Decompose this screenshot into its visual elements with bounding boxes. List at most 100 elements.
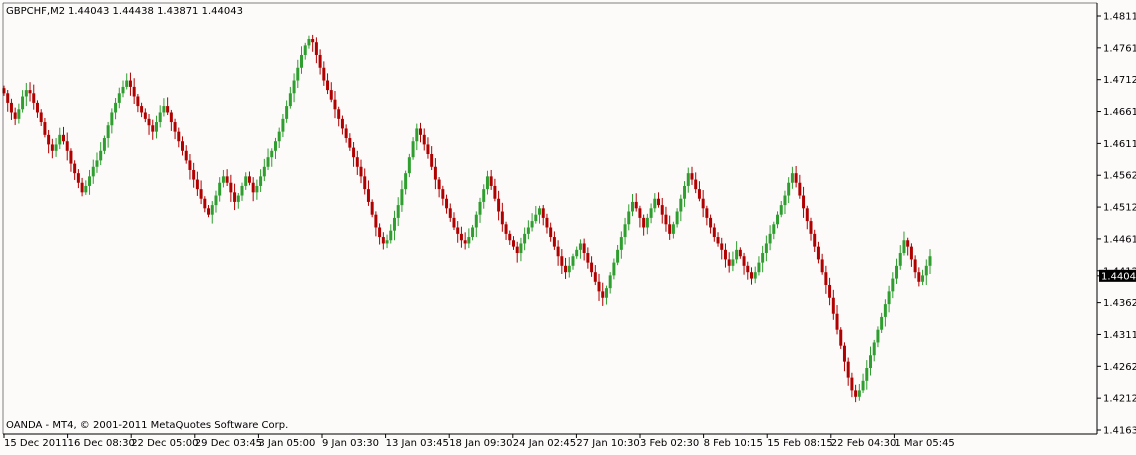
candle-body <box>143 112 147 119</box>
candle <box>552 231 556 250</box>
candle <box>396 197 400 227</box>
candle <box>530 213 534 232</box>
candle <box>445 194 449 214</box>
time-tick-label: 1 Mar 05:45 <box>894 438 954 449</box>
candle <box>474 211 478 238</box>
candle-body <box>326 80 330 91</box>
price-tick-label: 1.46115 <box>1103 139 1136 150</box>
candle <box>400 180 404 212</box>
candle-body <box>474 214 478 228</box>
candle <box>891 272 895 299</box>
candle-body <box>772 224 776 234</box>
candle-body <box>463 240 467 244</box>
candle <box>593 265 597 286</box>
candle <box>623 217 627 245</box>
candle-body <box>177 131 181 142</box>
candle <box>471 224 475 241</box>
candle-body <box>396 205 400 218</box>
candle-body <box>746 265 750 273</box>
candle <box>221 169 225 188</box>
candle-body <box>578 243 582 250</box>
candle <box>80 177 84 197</box>
candle-body <box>288 93 292 107</box>
candle-body <box>619 237 623 250</box>
price-tick-label: 1.45125 <box>1103 203 1136 214</box>
candle-body <box>125 80 129 87</box>
candle <box>151 119 155 140</box>
candle-body <box>850 377 854 391</box>
candle <box>511 236 515 250</box>
candle-body <box>802 195 806 209</box>
candle-body <box>184 150 188 161</box>
candle-body <box>277 131 281 142</box>
candle-body <box>355 157 359 167</box>
candle <box>839 327 843 349</box>
candle-body <box>738 249 742 257</box>
candle-body <box>329 90 333 100</box>
candle-body <box>683 185 687 199</box>
candle <box>95 152 99 173</box>
candle-body <box>675 211 679 225</box>
candle <box>288 86 292 109</box>
candle <box>671 221 675 239</box>
candle-body <box>344 128 348 139</box>
candle <box>564 257 568 279</box>
candle <box>140 102 144 118</box>
candle <box>128 72 132 96</box>
candle <box>857 384 861 401</box>
candle-body <box>627 211 631 225</box>
candle-body <box>586 253 590 263</box>
candle-body <box>924 265 928 276</box>
candle-body <box>478 201 482 215</box>
time-tick-label: 16 Dec 08:30 <box>68 438 135 449</box>
candle <box>485 170 489 195</box>
candle-body <box>173 122 177 132</box>
candle <box>277 127 281 148</box>
candle-body <box>712 227 716 238</box>
candle <box>456 221 460 243</box>
candle <box>560 249 564 274</box>
candle-body <box>415 128 419 142</box>
candle <box>913 255 917 279</box>
candle <box>415 123 419 151</box>
candle-body <box>601 291 605 298</box>
candle-body <box>671 224 675 234</box>
candle-body <box>645 217 649 228</box>
candle-body <box>448 208 452 218</box>
candle-body <box>266 157 270 167</box>
candle <box>924 259 928 285</box>
candle <box>437 177 441 198</box>
candle-body <box>88 176 92 186</box>
candle <box>106 121 110 148</box>
chart-window[interactable]: 1.48110 1.47615 1.47120 1.46610 1.46115 1.456… <box>0 0 1136 451</box>
candle-body <box>679 198 683 212</box>
candle-body <box>742 256 746 266</box>
time-tick-label: 29 Dec 03:45 <box>195 438 262 449</box>
candle-body <box>623 224 627 238</box>
candle <box>921 269 925 286</box>
candlestick-chart[interactable]: 1.48110 1.47615 1.47120 1.46610 1.46115 1.456… <box>0 0 1136 451</box>
time-tick-label: 8 Feb 10:15 <box>704 438 763 449</box>
candle <box>619 231 623 259</box>
candle <box>366 180 370 206</box>
candle <box>121 80 125 98</box>
candle-body <box>928 256 932 266</box>
candle-body <box>84 185 88 193</box>
candle-body <box>314 42 318 55</box>
candle-body <box>471 227 475 238</box>
candle-body <box>162 106 166 113</box>
candle-body <box>169 112 173 123</box>
candle <box>300 46 304 74</box>
candle <box>749 267 753 285</box>
candle-body <box>857 390 861 397</box>
candle <box>322 61 326 86</box>
candle <box>604 285 608 305</box>
candle <box>210 201 214 224</box>
candle-body <box>794 173 798 183</box>
candle <box>504 221 508 240</box>
candle <box>909 243 913 267</box>
candle-body <box>452 217 456 228</box>
candle <box>850 372 854 398</box>
candle <box>389 224 393 244</box>
candle-body <box>701 198 705 209</box>
